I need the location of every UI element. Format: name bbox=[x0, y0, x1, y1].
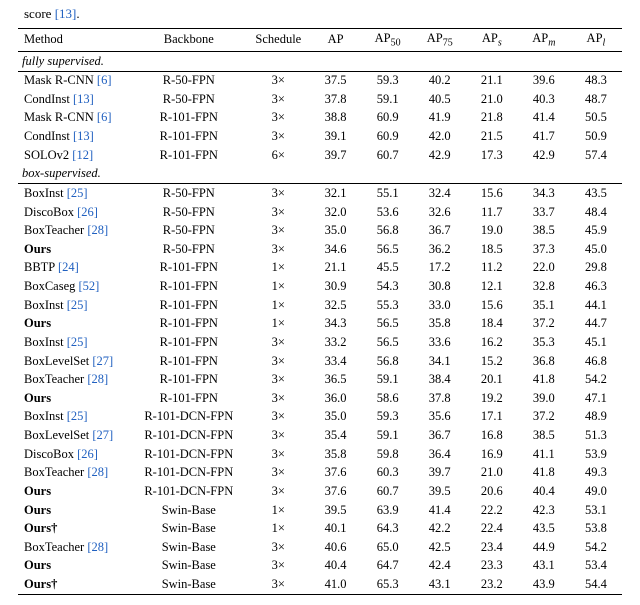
table-row: DiscoBox [26]R-101-DCN-FPN3×35.859.836.4… bbox=[18, 445, 622, 464]
page-root: score [13]. Method Backbone Schedule AP … bbox=[0, 0, 640, 605]
table-row: BoxInst [25]R-50-FPN3×32.155.132.415.634… bbox=[18, 184, 622, 203]
table-row: BoxInst [25]R-101-DCN-FPN3×35.059.335.61… bbox=[18, 408, 622, 427]
table-row: BoxTeacher [28]R-101-DCN-FPN3×37.660.339… bbox=[18, 464, 622, 483]
caption-fragment: score [13]. bbox=[24, 6, 622, 22]
table-row: BoxTeacher [28]Swin-Base3×40.665.042.523… bbox=[18, 538, 622, 557]
table-row: DiscoBox [26]R-50-FPN3×32.053.632.611.73… bbox=[18, 203, 622, 222]
table-row: OursSwin-Base3×40.464.742.423.343.153.4 bbox=[18, 557, 622, 576]
table-row: Ours†Swin-Base3×41.065.343.123.243.954.4 bbox=[18, 576, 622, 595]
table-row: Mask R-CNN [6]R-50-FPN3×37.559.340.221.1… bbox=[18, 71, 622, 90]
table-row: Ours†Swin-Base1×40.164.342.222.443.553.8 bbox=[18, 520, 622, 539]
table-row: OursR-101-FPN1×34.356.535.818.437.244.7 bbox=[18, 315, 622, 334]
table-row: BoxCaseg [52]R-101-FPN1×30.954.330.812.1… bbox=[18, 278, 622, 297]
col-ap: AP bbox=[310, 29, 362, 52]
section-title: fully supervised. bbox=[18, 52, 622, 72]
table-row: BoxTeacher [28]R-50-FPN3×35.056.836.719.… bbox=[18, 222, 622, 241]
col-backbone: Backbone bbox=[130, 29, 247, 52]
col-apm: APm bbox=[518, 29, 570, 52]
table-row: CondInst [13]R-101-FPN3×39.160.942.021.5… bbox=[18, 128, 622, 147]
col-aps: APs bbox=[466, 29, 518, 52]
table-row: BoxTeacher [28]R-101-FPN3×36.559.138.420… bbox=[18, 371, 622, 390]
col-apl: APl bbox=[570, 29, 622, 52]
table-row: BoxLevelSet [27]R-101-FPN3×33.456.834.11… bbox=[18, 352, 622, 371]
table-row: CondInst [13]R-50-FPN3×37.859.140.521.04… bbox=[18, 90, 622, 109]
table-body: fully supervised.Mask R-CNN [6]R-50-FPN3… bbox=[18, 52, 622, 595]
section-title: box-supervised. bbox=[18, 165, 622, 184]
col-ap75: AP75 bbox=[414, 29, 466, 52]
caption-cite: [13] bbox=[55, 6, 77, 21]
table-row: Mask R-CNN [6]R-101-FPN3×38.860.941.921.… bbox=[18, 109, 622, 128]
table-row: OursR-50-FPN3×34.656.536.218.537.345.0 bbox=[18, 240, 622, 259]
table-header: Method Backbone Schedule AP AP50 AP75 AP… bbox=[18, 29, 622, 52]
table-row: BoxLevelSet [27]R-101-DCN-FPN3×35.459.13… bbox=[18, 427, 622, 446]
table-row: BBTP [24]R-101-FPN1×21.145.517.211.222.0… bbox=[18, 259, 622, 278]
table-row: BoxInst [25]R-101-FPN3×33.256.533.616.23… bbox=[18, 333, 622, 352]
col-method: Method bbox=[18, 29, 130, 52]
table-row: SOLOv2 [12]R-101-FPN6×39.760.742.917.342… bbox=[18, 146, 622, 165]
caption-text-1: score bbox=[24, 6, 55, 21]
table-row: OursR-101-FPN3×36.058.637.819.239.047.1 bbox=[18, 389, 622, 408]
table-row: OursR-101-DCN-FPN3×37.660.739.520.640.44… bbox=[18, 482, 622, 501]
col-ap50: AP50 bbox=[362, 29, 414, 52]
col-schedule: Schedule bbox=[247, 29, 309, 52]
table-row: OursSwin-Base1×39.563.941.422.242.353.1 bbox=[18, 501, 622, 520]
table-row: BoxInst [25]R-101-FPN1×32.555.333.015.63… bbox=[18, 296, 622, 315]
caption-period: . bbox=[76, 6, 79, 21]
results-table: Method Backbone Schedule AP AP50 AP75 AP… bbox=[18, 28, 622, 595]
